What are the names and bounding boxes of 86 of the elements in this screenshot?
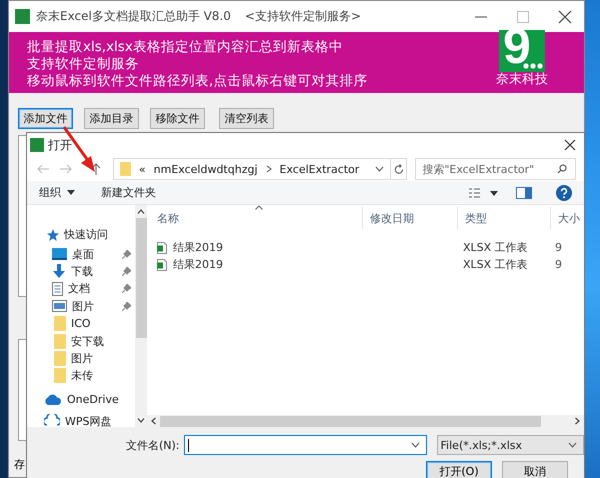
view-options-icon[interactable] (468, 186, 498, 199)
organize-menu[interactable]: 组织 (39, 185, 61, 200)
file-type: XLSX 工作表 (462, 240, 529, 255)
folder-icon (54, 350, 66, 366)
horizontal-scrollbar[interactable] (147, 415, 584, 427)
scroll-right-icon[interactable] (575, 417, 580, 425)
spreadsheet-file-icon (157, 242, 167, 254)
scrollbar-thumb[interactable] (136, 218, 146, 338)
new-folder-button[interactable]: 新建文件夹 (101, 185, 156, 200)
sort-caret-icon (255, 205, 263, 210)
logo-caption: 奈末科技 (496, 72, 548, 87)
nav-item[interactable]: 未传 (27, 367, 135, 385)
nav-item[interactable]: 图片 (27, 298, 135, 315)
file-name: 结果2019 (173, 240, 223, 255)
column-header[interactable]: 修改日期 (363, 207, 458, 229)
preview-pane-icon[interactable] (516, 186, 532, 199)
save-label: 存 (14, 457, 26, 472)
folder-icon (120, 162, 131, 176)
nav-item[interactable]: 快速访问 (27, 226, 135, 244)
nav-item[interactable]: 下载 (27, 262, 135, 280)
dialog-button[interactable]: 取消 (502, 461, 568, 478)
window-title: 奈末Excel多文档提取汇总助手 V8.0 (36, 8, 231, 25)
overflow-marker[interactable]: « (138, 162, 146, 176)
dropdown-icon[interactable] (410, 442, 420, 448)
column-header[interactable]: 大小 (551, 207, 584, 229)
search-field[interactable]: 搜索"ExcelExtractor" (415, 158, 576, 180)
banner-text: 移动鼠标到软件文件路径列表,点击鼠标右键可对其排序 (27, 73, 368, 90)
scrollbar[interactable] (135, 205, 147, 427)
file-size: 9 (554, 258, 563, 271)
document-icon (52, 282, 63, 296)
dialog-title: 打开 (48, 136, 72, 154)
toolbar-button[interactable]: 添加文件 (18, 108, 73, 129)
banner-text: 批量提取xls,xlsx表格指定位置内容汇总到新表格中 (27, 39, 344, 56)
column-header[interactable]: 名称 (147, 207, 363, 229)
toolbar-button[interactable]: 移除文件 (150, 108, 205, 129)
nav-item[interactable]: 文档 (27, 280, 135, 298)
folder-icon (54, 368, 66, 384)
scroll-up-icon[interactable] (137, 209, 145, 214)
dropdown-icon (568, 442, 577, 448)
nav-item[interactable]: ICO (27, 314, 135, 332)
chevron-icon (266, 165, 272, 174)
filename-label: 文件名(N): (126, 438, 180, 452)
file-name: 结果2019 (173, 257, 223, 272)
file-type-dropdown[interactable]: File(*.xls;*.xlsx (436, 435, 584, 455)
app-icon (15, 9, 30, 24)
scrollbar-thumb[interactable] (160, 416, 541, 426)
close-icon[interactable] (558, 10, 572, 24)
scroll-down-icon[interactable] (137, 418, 145, 423)
file-type: XLSX 工作表 (462, 257, 529, 272)
banner-text: 支持软件定制服务 (27, 56, 140, 73)
nav-item[interactable]: WPS网盘 (27, 414, 135, 428)
cloud-icon (44, 394, 62, 405)
dialog-button[interactable]: 打开(O) (426, 461, 492, 478)
filename-field[interactable] (184, 435, 427, 455)
refresh-button[interactable] (390, 158, 408, 180)
desktop-icon (52, 248, 67, 260)
path-segment[interactable]: ExcelExtractor (280, 162, 360, 176)
path-segment[interactable]: nmExceldwdtqhzgj (154, 162, 258, 176)
refresh-icon (394, 164, 404, 175)
close-icon[interactable] (564, 139, 576, 152)
toolbar-button[interactable]: 添加目录 (84, 108, 139, 129)
app-icon (30, 138, 44, 152)
nav-item[interactable]: 桌面 (27, 245, 135, 263)
download-icon (52, 264, 66, 278)
spreadsheet-file-icon (157, 258, 167, 270)
logo: 9 (499, 30, 545, 72)
nav-item[interactable]: 图片 (27, 350, 135, 368)
file-size: 9 (554, 241, 563, 254)
nav-item[interactable]: 安下载 (27, 332, 135, 350)
dropdown-icon[interactable] (67, 190, 75, 196)
help-icon[interactable] (556, 184, 572, 201)
file-row[interactable]: 结果2019 XLSX 工作表 9 (147, 239, 584, 256)
scroll-left-icon[interactable] (151, 417, 156, 425)
search-icon (557, 164, 567, 174)
toolbar-button[interactable]: 清空列表 (219, 108, 274, 129)
cloud-drive-icon (44, 414, 60, 426)
image-icon (52, 300, 67, 312)
nav-item[interactable]: OneDrive (27, 390, 135, 408)
folder-icon (54, 334, 66, 349)
address-bar[interactable]: « nmExceldwdtqhzgj ExcelExtractor (112, 158, 392, 180)
dropdown-icon[interactable] (375, 166, 384, 172)
star-icon (47, 228, 59, 241)
file-row[interactable]: 结果2019 XLSX 工作表 9 (147, 256, 584, 273)
window-subtitle: <支持软件定制服务> (244, 8, 362, 25)
column-header[interactable]: 类型 (458, 207, 551, 229)
folder-icon (54, 316, 66, 332)
